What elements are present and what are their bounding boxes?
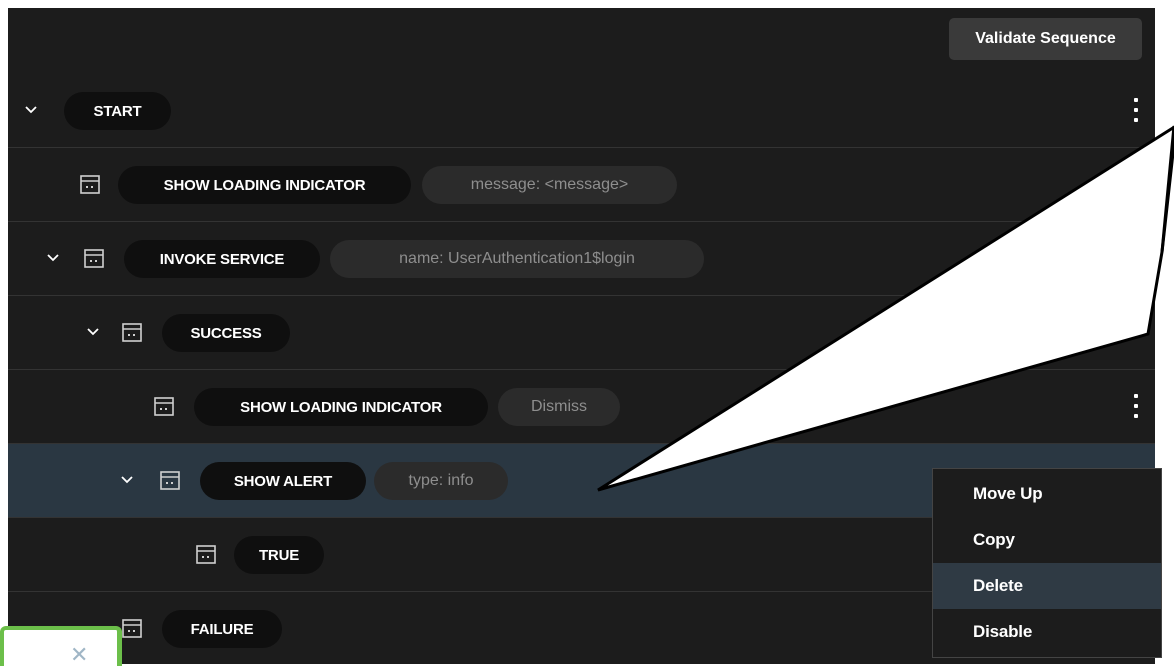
step-label[interactable]: TRUE [234,536,324,574]
step-label[interactable]: INVOKE SERVICE [124,240,320,278]
menu-item-copy[interactable]: Copy [933,517,1161,563]
sequence-row-invoke-service[interactable]: INVOKE SERVICE name: UserAuthentication1… [8,222,1155,296]
chevron-down-icon[interactable] [120,475,134,485]
menu-item-disable[interactable]: Disable [933,609,1161,655]
chevron-down-icon[interactable] [46,253,60,263]
kebab-menu-icon[interactable] [1133,394,1139,418]
step-param[interactable]: message: <message> [422,166,677,204]
step-icon [80,175,100,194]
step-label[interactable]: SHOW LOADING INDICATOR [118,166,411,204]
context-menu: Move Up Copy Delete Disable [932,468,1162,658]
step-label[interactable]: SHOW LOADING INDICATOR [194,388,488,426]
step-icon [122,619,142,638]
menu-item-delete[interactable]: Delete [933,563,1161,609]
menu-item-move-up[interactable]: Move Up [933,471,1161,517]
kebab-menu-icon[interactable] [1133,246,1139,270]
kebab-menu-icon[interactable] [1133,172,1139,196]
step-icon [154,397,174,416]
chevron-down-icon[interactable] [86,327,100,337]
step-label[interactable]: START [64,92,171,130]
sequence-row-show-loading[interactable]: SHOW LOADING INDICATOR message: <message… [8,148,1155,222]
validate-sequence-button[interactable]: Validate Sequence [949,18,1142,60]
step-param[interactable]: type: info [374,462,508,500]
step-icon [122,323,142,342]
step-label[interactable]: FAILURE [162,610,282,648]
sequence-row-show-loading-dismiss[interactable]: SHOW LOADING INDICATOR Dismiss [8,370,1155,444]
floating-window[interactable]: ✕ [0,626,122,666]
kebab-menu-icon[interactable] [1133,98,1139,122]
sequence-row-success[interactable]: SUCCESS [8,296,1155,370]
chevron-down-icon[interactable] [24,105,38,115]
step-label[interactable]: SHOW ALERT [200,462,366,500]
step-label[interactable]: SUCCESS [162,314,290,352]
step-icon [160,471,180,490]
sequence-row-start[interactable]: START [8,74,1155,148]
step-param[interactable]: Dismiss [498,388,620,426]
step-param[interactable]: name: UserAuthentication1$login [330,240,704,278]
step-icon [84,249,104,268]
close-icon[interactable]: ✕ [70,644,88,666]
step-icon [196,545,216,564]
